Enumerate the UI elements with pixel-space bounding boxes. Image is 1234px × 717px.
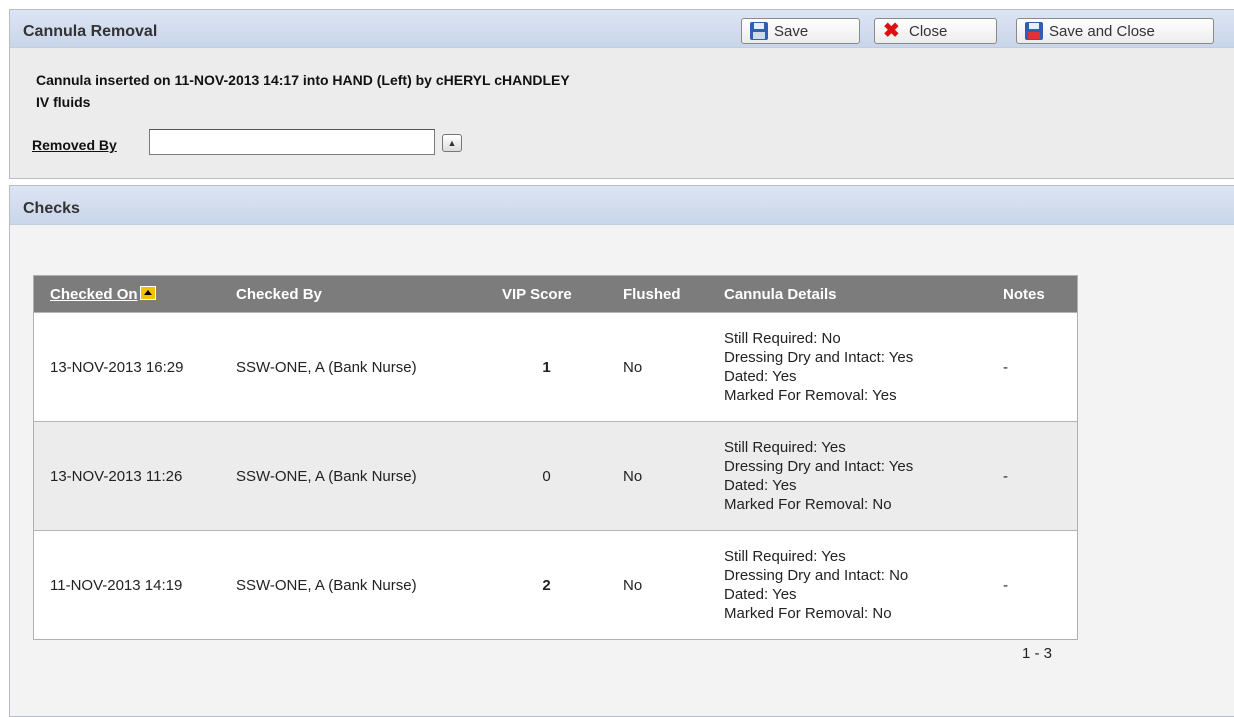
save-and-close-label: Save and Close	[1049, 22, 1155, 40]
removed-by-input[interactable]	[149, 129, 435, 155]
detail-line: Dated: Yes	[724, 368, 797, 385]
close-button[interactable]: ✖ Close	[874, 18, 997, 44]
detail-line: Dressing Dry and Intact: Yes	[724, 458, 914, 475]
notes-cell: -	[998, 530, 1078, 640]
checked-by-cell: SSW-ONE, A (Bank Nurse)	[220, 312, 486, 422]
cannula-details-cell: Still Required: Yes Dressing Dry and Int…	[708, 421, 998, 531]
detail-line: Still Required: Yes	[724, 439, 846, 456]
flushed-cell: No	[607, 530, 708, 640]
fluids-info: IV fluids	[36, 94, 91, 110]
checked-on-sort-link[interactable]: Checked On	[50, 286, 138, 303]
notes-cell: -	[998, 421, 1078, 531]
checks-table: Checked On Checked By VIP Score Flushed …	[33, 275, 1078, 640]
table-row: 11-NOV-2013 14:19 SSW-ONE, A (Bank Nurse…	[33, 530, 1078, 640]
notes-cell: -	[998, 312, 1078, 422]
close-icon: ✖	[883, 20, 900, 42]
save-and-close-button[interactable]: Save and Close	[1016, 18, 1214, 44]
detail-line: Dated: Yes	[724, 586, 797, 603]
table-row: 13-NOV-2013 11:26 SSW-ONE, A (Bank Nurse…	[33, 421, 1078, 531]
removed-by-label: Removed By	[32, 137, 117, 153]
cannula-details-cell: Still Required: Yes Dressing Dry and Int…	[708, 530, 998, 640]
column-header-checked-by: Checked By	[220, 275, 486, 313]
detail-line: Marked For Removal: Yes	[724, 387, 897, 404]
detail-line: Still Required: No	[724, 330, 841, 347]
detail-line: Marked For Removal: No	[724, 496, 892, 513]
vip-score-cell: 1	[486, 312, 607, 422]
column-header-notes: Notes	[998, 275, 1078, 313]
flushed-cell: No	[607, 421, 708, 531]
table-row: 13-NOV-2013 16:29 SSW-ONE, A (Bank Nurse…	[33, 312, 1078, 422]
checked-by-cell: SSW-ONE, A (Bank Nurse)	[220, 530, 486, 640]
pagination-range: 1 - 3	[1022, 645, 1053, 662]
column-header-flushed: Flushed	[607, 275, 708, 313]
cannula-insert-info: Cannula inserted on 11-NOV-2013 14:17 in…	[36, 72, 570, 88]
detail-line: Dressing Dry and Intact: No	[724, 567, 909, 584]
cannula-removal-region: Cannula Removal Save ✖ Close Save and Cl…	[9, 9, 1234, 179]
chevron-up-icon: ▲	[447, 138, 457, 148]
checks-region: Checks Checked On Checked By VIP Score F…	[9, 185, 1234, 717]
vip-score-cell: 2	[486, 530, 607, 640]
cannula-details-cell: Still Required: No Dressing Dry and Inta…	[708, 312, 998, 422]
close-label: Close	[909, 22, 948, 40]
column-header-checked-on[interactable]: Checked On	[33, 275, 220, 313]
checked-on-cell: 11-NOV-2013 14:19	[33, 530, 220, 640]
checked-on-cell: 13-NOV-2013 16:29	[33, 312, 220, 422]
removed-by-picker-button[interactable]: ▲	[442, 134, 462, 152]
detail-line: Marked For Removal: No	[724, 605, 892, 622]
column-header-cannula-details: Cannula Details	[708, 275, 998, 313]
vip-score-cell: 0	[486, 421, 607, 531]
detail-line: Dressing Dry and Intact: Yes	[724, 349, 914, 366]
save-button[interactable]: Save	[741, 18, 860, 44]
save-label: Save	[774, 22, 809, 40]
column-header-vip-score: VIP Score	[486, 275, 607, 313]
region-title-checks: Checks	[10, 186, 1234, 225]
flushed-cell: No	[607, 312, 708, 422]
save-and-close-icon	[1025, 22, 1043, 40]
checked-on-cell: 13-NOV-2013 11:26	[33, 421, 220, 531]
checked-by-cell: SSW-ONE, A (Bank Nurse)	[220, 421, 486, 531]
save-icon	[750, 22, 768, 40]
detail-line: Dated: Yes	[724, 477, 797, 494]
detail-line: Still Required: Yes	[724, 548, 846, 565]
sort-ascending-icon	[139, 285, 156, 300]
